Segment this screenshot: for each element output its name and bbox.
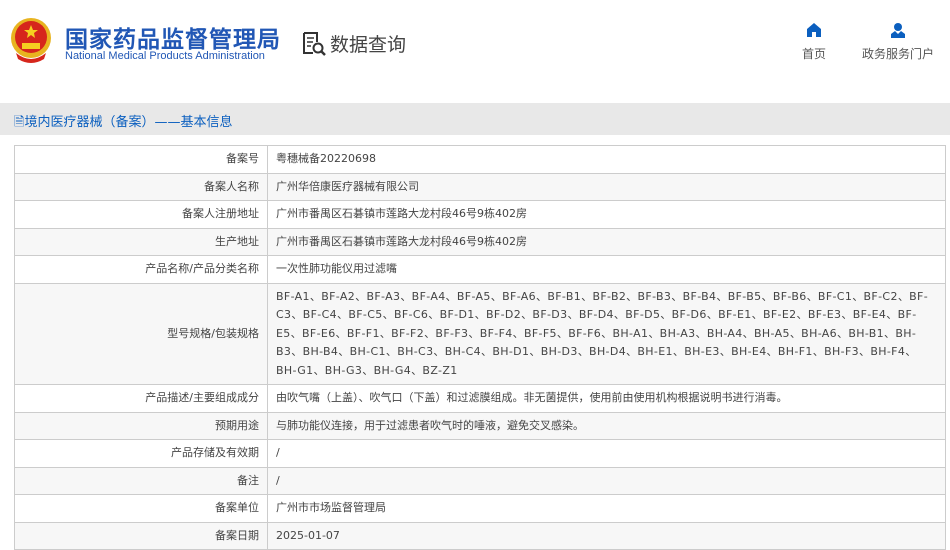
field-label: 备案号 xyxy=(14,145,268,174)
field-label: 预期用途 xyxy=(14,411,268,440)
table-row: 生产地址 广州市番禺区石碁镇市莲路大龙村段46号9栋402房 xyxy=(14,227,946,256)
site-title[interactable]: 国家药品监督管理局 xyxy=(65,20,281,54)
field-label: 备案单位 xyxy=(14,494,268,523)
section-bar: 🗎境内医疗器械（备案）——基本信息 xyxy=(0,103,950,135)
field-label: 产品存储及有效期 xyxy=(14,439,268,468)
national-emblem-icon xyxy=(11,18,51,63)
field-value: 2025-01-07 xyxy=(267,521,946,550)
field-value: 广州市市场监督管理局 xyxy=(267,494,946,523)
table-row: 备案单位 广州市市场监督管理局 xyxy=(14,494,946,523)
site-title-en: National Medical Products Administration xyxy=(65,50,265,62)
field-label: 备注 xyxy=(14,466,268,495)
table-row: 备注 / xyxy=(14,466,946,495)
field-label: 产品描述/主要组成成分 xyxy=(14,384,268,413)
field-value: 与肺功能仪连接，用于过滤患者吹气时的唾液，避免交叉感染。 xyxy=(267,411,946,440)
section-title: 🗎境内医疗器械（备案）——基本信息 xyxy=(14,115,233,130)
table-row: 型号规格/包装规格 BF-A1、BF-A2、BF-A3、BF-A4、BF-A5、B… xyxy=(14,282,946,385)
field-value: 粤穗械备20220698 xyxy=(267,145,946,174)
field-label: 产品名称/产品分类名称 xyxy=(14,255,268,284)
table-row: 产品描述/主要组成成分 由吹气嘴（上盖）、吹气口（下盖）和过滤膜组成。非无菌提供，… xyxy=(14,384,946,413)
field-value: 一次性肺功能仪用过滤嘴 xyxy=(267,255,946,284)
table-row: 备案日期 2025-01-07 xyxy=(14,521,946,550)
table-row: 预期用途 与肺功能仪连接，用于过滤患者吹气时的唾液，避免交叉感染。 xyxy=(14,411,946,440)
document-search-icon xyxy=(303,31,326,56)
data-query-logo: 数据查询 xyxy=(302,30,406,57)
field-label: 生产地址 xyxy=(14,227,268,256)
field-label: 型号规格/包装规格 xyxy=(14,282,268,385)
header: 国家药品监督管理局 National Medical Products Admi… xyxy=(0,0,950,103)
table-row: 备案人名称 广州华倍康医疗器械有限公司 xyxy=(14,172,946,201)
field-label: 备案日期 xyxy=(14,521,268,550)
field-value: 广州市番禺区石碁镇市莲路大龙村段46号9栋402房 xyxy=(267,200,946,229)
data-query-label: 数据查询 xyxy=(330,34,407,56)
nav-home[interactable]: 首页 xyxy=(802,22,826,62)
user-icon xyxy=(891,23,905,38)
field-value: BF-A1、BF-A2、BF-A3、BF-A4、BF-A5、BF-A6、BF-B… xyxy=(267,282,946,385)
table-row: 备案号 粤穗械备20220698 xyxy=(14,145,946,174)
field-value: 由吹气嘴（上盖）、吹气口（下盖）和过滤膜组成。非无菌提供，使用前由使用机构根据说… xyxy=(267,384,946,413)
table-row: 备案人注册地址 广州市番禺区石碁镇市莲路大龙村段46号9栋402房 xyxy=(14,200,946,229)
field-value: / xyxy=(267,466,946,495)
detail-table: 备案号 粤穗械备20220698 备案人名称 广州华倍康医疗器械有限公司 备案人注册地址… xyxy=(14,145,946,550)
field-value: / xyxy=(267,439,946,468)
field-value: 广州市番禺区石碁镇市莲路大龙村段46号9栋402房 xyxy=(267,227,946,256)
field-label: 备案人注册地址 xyxy=(14,200,268,229)
nav-home-label: 首页 xyxy=(802,47,827,61)
field-value: 广州华倍康医疗器械有限公司 xyxy=(267,172,946,201)
field-label: 备案人名称 xyxy=(14,172,268,201)
table-row: 产品名称/产品分类名称 一次性肺功能仪用过滤嘴 xyxy=(14,255,946,284)
nav-gov-service-label: 政务服务门户 xyxy=(862,47,935,61)
section-title-text: 境内医疗器械（备案）——基本信息 xyxy=(24,115,233,130)
home-icon xyxy=(807,23,821,37)
nav-gov-service[interactable]: 政务服务门户 xyxy=(862,22,934,62)
table-row: 产品存储及有效期 / xyxy=(14,439,946,468)
